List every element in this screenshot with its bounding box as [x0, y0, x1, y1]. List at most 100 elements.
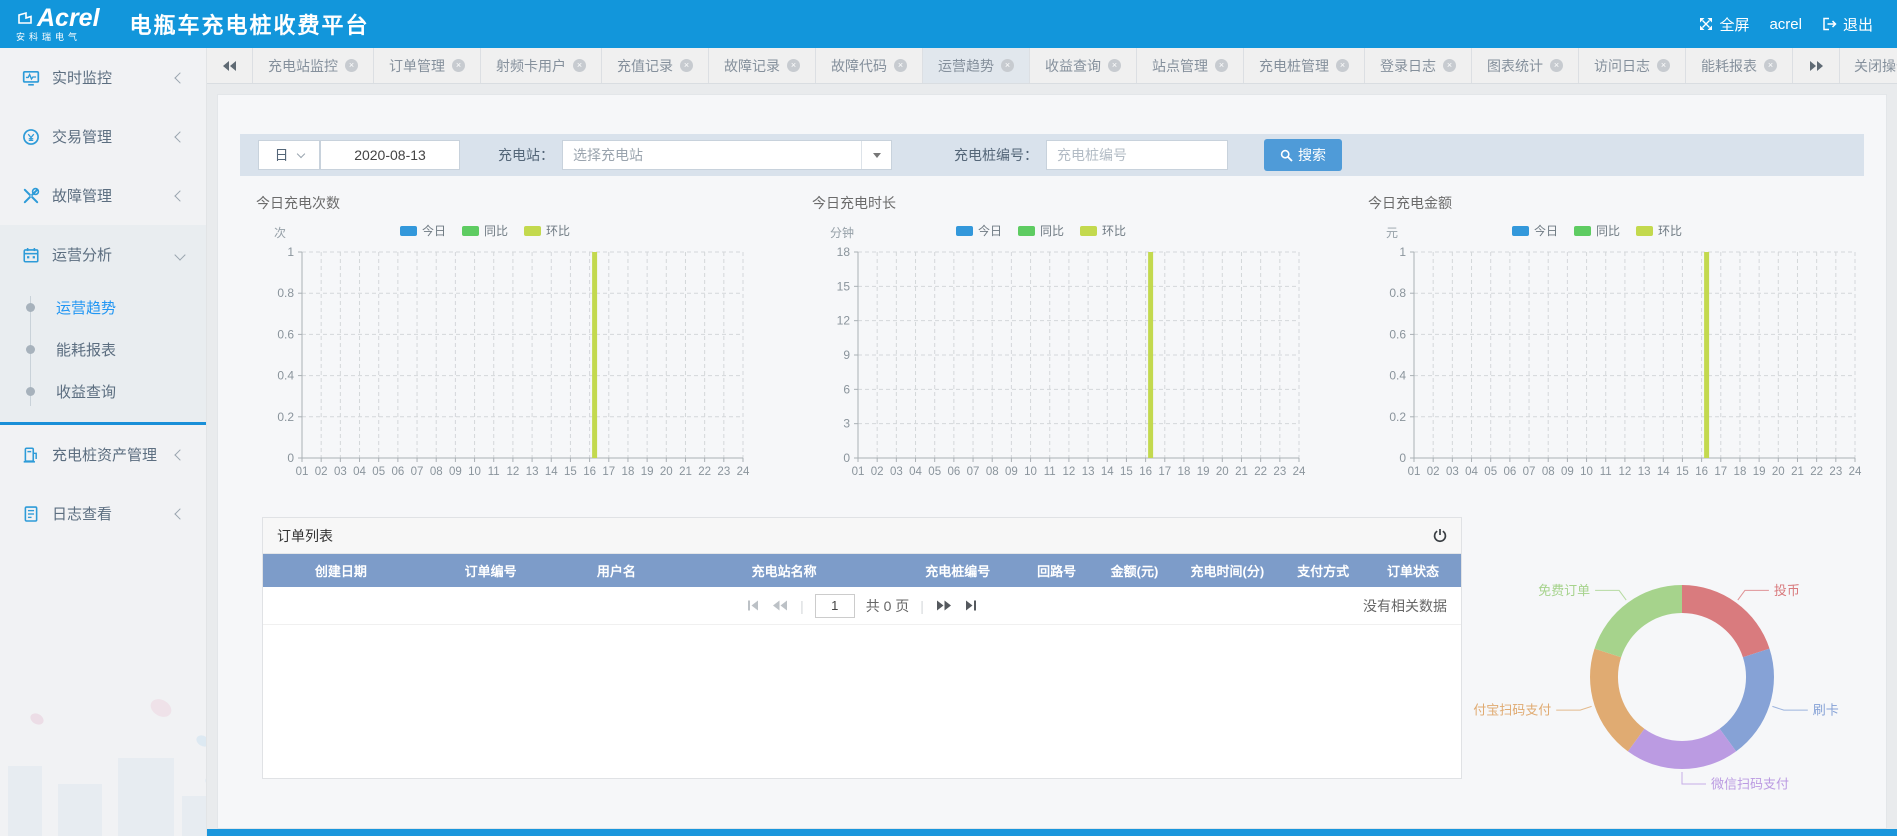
- content-panel: 日 充电站： 选择充电站 充电桩编号：: [217, 94, 1887, 829]
- svg-text:10: 10: [468, 466, 481, 478]
- sidebar-item[interactable]: 日志查看: [0, 484, 206, 543]
- tab-label: 充电站监控: [268, 56, 338, 76]
- pile-number-label: 充电桩编号：: [954, 145, 1038, 165]
- tab[interactable]: 订单管理×: [374, 48, 481, 83]
- tab[interactable]: 站点管理×: [1137, 48, 1244, 83]
- legend-label: 同比: [484, 222, 508, 239]
- legend-item[interactable]: 环比: [1636, 222, 1682, 239]
- pile-number-input[interactable]: [1046, 140, 1228, 170]
- chevron-left-icon: [174, 72, 185, 83]
- svg-text:17: 17: [1714, 466, 1727, 478]
- close-tab-icon[interactable]: ×: [1657, 59, 1670, 72]
- next-page-button[interactable]: [935, 599, 953, 612]
- tab[interactable]: 访问日志×: [1579, 48, 1686, 83]
- svg-text:08: 08: [1542, 466, 1555, 478]
- sidebar-item[interactable]: 实时监控: [0, 48, 206, 107]
- svg-text:15: 15: [1676, 466, 1689, 478]
- close-tab-icon[interactable]: ×: [1336, 59, 1349, 72]
- main-content: 日 充电站： 选择充电站 充电桩编号：: [207, 84, 1897, 836]
- fullscreen-button[interactable]: 全屏: [1699, 14, 1749, 35]
- sidebar-item[interactable]: 充电桩资产管理: [0, 425, 206, 484]
- tab[interactable]: 充电站监控 ×: [253, 48, 374, 83]
- username[interactable]: acrel: [1769, 16, 1802, 33]
- legend-swatch: [956, 226, 973, 236]
- page-number-input[interactable]: [815, 594, 855, 618]
- sidebar-item-label: 交易管理: [52, 126, 112, 147]
- donut-slice-label: 投币: [1774, 583, 1800, 598]
- tab[interactable]: 运营趋势×: [923, 48, 1030, 83]
- close-tab-icon[interactable]: ×: [680, 59, 693, 72]
- last-page-button[interactable]: [964, 599, 978, 612]
- tab[interactable]: 故障记录×: [709, 48, 816, 83]
- tab[interactable]: 图表统计×: [1472, 48, 1579, 83]
- tab[interactable]: 故障代码×: [816, 48, 923, 83]
- svg-text:20: 20: [1216, 466, 1229, 478]
- svg-text:09: 09: [1561, 466, 1574, 478]
- close-tab-icon[interactable]: ×: [787, 59, 800, 72]
- sidebar-item[interactable]: 交易管理: [0, 107, 206, 166]
- tab[interactable]: 充电桩管理×: [1244, 48, 1365, 83]
- donut-slice[interactable]: [1628, 729, 1736, 769]
- donut-slice[interactable]: [1682, 585, 1770, 657]
- tab[interactable]: 收益查询×: [1030, 48, 1137, 83]
- date-input[interactable]: [320, 140, 460, 170]
- legend-item[interactable]: 今日: [400, 222, 446, 239]
- legend-item[interactable]: 环比: [524, 222, 570, 239]
- close-tab-icon[interactable]: ×: [1764, 59, 1777, 72]
- sidebar-subitem[interactable]: 能耗报表: [0, 328, 206, 370]
- legend-item[interactable]: 环比: [1080, 222, 1126, 239]
- legend-item[interactable]: 同比: [462, 222, 508, 239]
- close-tab-icon[interactable]: ×: [345, 59, 358, 72]
- svg-text:1: 1: [287, 245, 294, 259]
- close-tab-icon[interactable]: ×: [1550, 59, 1563, 72]
- close-tab-icon[interactable]: ×: [1215, 59, 1228, 72]
- tab[interactable]: 能耗报表×: [1686, 48, 1793, 83]
- sidebar-submenu: 运营趋势能耗报表收益查询: [0, 286, 206, 412]
- bar-环比[interactable]: [1148, 252, 1153, 458]
- svg-text:24: 24: [737, 466, 750, 478]
- panel-settings-button[interactable]: [1433, 528, 1447, 543]
- search-button[interactable]: 搜索: [1264, 139, 1342, 171]
- period-select[interactable]: 日: [258, 140, 320, 170]
- close-tab-icon[interactable]: ×: [1108, 59, 1121, 72]
- legend-item[interactable]: 同比: [1018, 222, 1064, 239]
- tabs-scroll-left-button[interactable]: [207, 48, 253, 83]
- close-tab-icon[interactable]: ×: [573, 59, 586, 72]
- tab-list: 充电站监控×订单管理×射频卡用户×充值记录×故障记录×故障代码×运营趋势×收益查…: [253, 48, 1793, 83]
- donut-slice[interactable]: [1590, 649, 1644, 752]
- sidebar-subitem[interactable]: 运营趋势: [0, 286, 206, 328]
- station-select[interactable]: 选择充电站: [562, 140, 892, 170]
- close-operations-button[interactable]: 关闭操作: [1839, 48, 1897, 83]
- sidebar-subitem[interactable]: 收益查询: [0, 370, 206, 412]
- svg-text:15: 15: [1120, 466, 1133, 478]
- prev-page-button[interactable]: [771, 599, 789, 612]
- svg-text:23: 23: [717, 466, 730, 478]
- legend-item[interactable]: 同比: [1574, 222, 1620, 239]
- app-header: Acrel 安科瑞电气 电瓶车充电桩收费平台 全屏 acrel 退出: [0, 0, 1897, 48]
- donut-slice[interactable]: [1720, 649, 1774, 752]
- tab[interactable]: 充值记录×: [602, 48, 709, 83]
- bar-chart-svg: 00.20.40.60.8101020304050607080910111213…: [1368, 242, 1873, 490]
- logout-button[interactable]: 退出: [1822, 14, 1873, 35]
- first-page-button[interactable]: [746, 599, 760, 612]
- donut-slice[interactable]: [1595, 585, 1683, 657]
- svg-text:23: 23: [1273, 466, 1286, 478]
- pagination-bar: | 共 0 页 | 没有相关数据: [263, 587, 1461, 625]
- tab[interactable]: 登录日志×: [1365, 48, 1472, 83]
- close-tab-icon[interactable]: ×: [1443, 59, 1456, 72]
- bar-环比[interactable]: [1704, 252, 1709, 458]
- close-tab-icon[interactable]: ×: [452, 59, 465, 72]
- legend-item[interactable]: 今日: [956, 222, 1002, 239]
- tabs-scroll-right-button[interactable]: [1793, 48, 1839, 83]
- sidebar-item[interactable]: 故障管理: [0, 166, 206, 225]
- close-tab-icon[interactable]: ×: [894, 59, 907, 72]
- bar-chart-block: 今日充电时长分钟今日同比环比03691215180102030405060708…: [774, 193, 1330, 495]
- sidebar-item[interactable]: 运营分析: [0, 225, 206, 284]
- table-column-header: 用户名: [562, 561, 670, 580]
- close-tab-icon[interactable]: ×: [1001, 59, 1014, 72]
- fault-icon: [22, 187, 40, 205]
- bar-环比[interactable]: [592, 252, 597, 458]
- legend-item[interactable]: 今日: [1512, 222, 1558, 239]
- tab[interactable]: 射频卡用户×: [481, 48, 602, 83]
- first-page-icon: [746, 599, 760, 612]
